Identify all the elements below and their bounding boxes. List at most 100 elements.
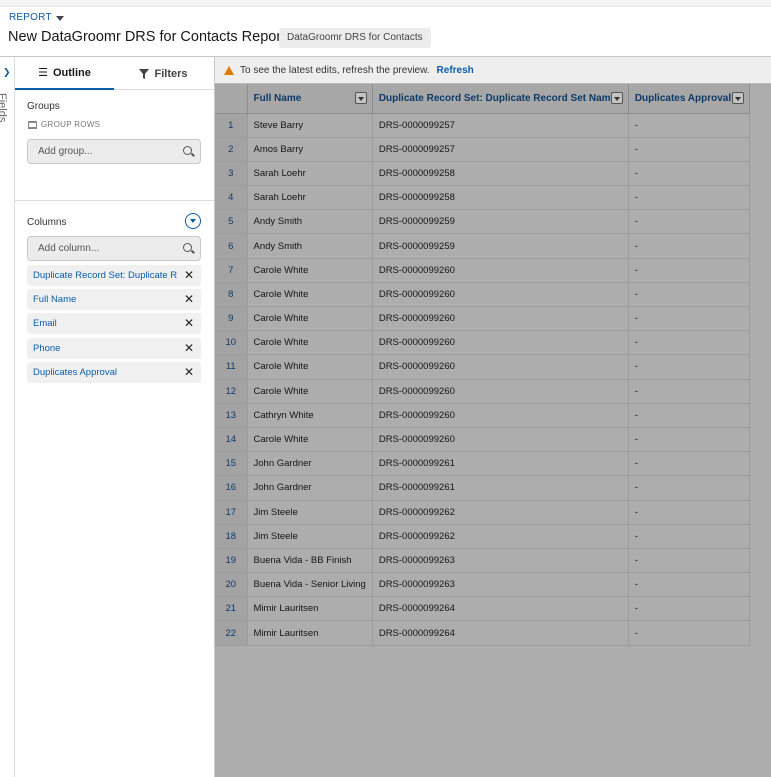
row-number-header [215,84,248,114]
table-row[interactable]: 22 Mimir Lauritsen DRS-0000099264- [215,620,750,646]
column-header-drs-name[interactable]: Duplicate Record Set: Duplicate Record S… [372,84,629,114]
cell-drs-name: DRS-0000099260 [372,330,629,356]
cell-full-name: Sarah Loehr [247,185,373,211]
cell-duplicates-approval: - [628,572,750,598]
column-header-label: Duplicate Record Set: Duplicate Record S… [378,92,617,104]
table-header-row: Full Name Duplicate Record Set: Duplicat… [215,84,750,114]
remove-column-icon[interactable]: ✕ [184,313,194,334]
cell-full-name: Amos Barry [247,137,373,162]
row-number: 2 [215,137,248,162]
cell-drs-name: DRS-0000099264 [372,596,629,622]
cell-duplicates-approval: - [628,113,750,138]
cell-duplicates-approval: - [628,475,750,501]
column-menu-icon[interactable] [354,92,367,104]
table-row[interactable]: 17 Jim Steele DRS-0000099262- [215,500,750,525]
table-row[interactable]: 8 Carole White DRS-0000099260- [215,282,750,308]
page-title-wrap: New DataGroomr DRS for Contacts Report [8,29,302,45]
column-pill-label: Full Name [33,294,77,305]
table-row[interactable]: 6 Andy Smith DRS-0000099259- [215,233,750,259]
breadcrumb-label: REPORT [9,12,52,23]
report-type-badge: DataGroomr DRS for Contacts [279,28,431,48]
expand-chevron-icon[interactable]: ❯ [3,67,11,78]
column-header-full-name[interactable]: Full Name [247,84,373,114]
row-number: 10 [215,330,248,356]
columns-menu-button[interactable] [185,213,201,229]
cell-duplicates-approval: - [628,161,750,187]
table-row[interactable]: 21 Mimir Lauritsen DRS-0000099264- [215,596,750,622]
outline-panel: ☰ Outline Filters Groups GROUP ROWS Add … [15,57,215,777]
remove-column-icon[interactable]: ✕ [184,265,194,286]
cell-drs-name: DRS-0000099257 [372,137,629,162]
add-group-input[interactable]: Add group... [27,139,201,164]
table-row[interactable]: 9 Carole White DRS-0000099260- [215,306,750,332]
row-number: 11 [215,354,248,380]
remove-column-icon[interactable]: ✕ [184,289,194,310]
row-number: 4 [215,185,248,211]
fields-rail[interactable]: ❯ Fields [0,57,15,777]
group-rows-icon [28,120,37,129]
table-row[interactable]: 19 Buena Vida - BB Finish DRS-0000099263- [215,548,750,574]
tab-outline[interactable]: ☰ Outline [15,57,114,90]
column-pill[interactable]: Full Name ✕ [27,289,201,310]
table-row[interactable]: 18 Jim Steele DRS-0000099262- [215,524,750,549]
column-header-label: Duplicates Approval [634,92,732,104]
report-table: Full Name Duplicate Record Set: Duplicat… [215,84,750,646]
tab-filters[interactable]: Filters [114,57,213,90]
column-pill[interactable]: Phone ✕ [27,338,201,359]
cell-drs-name: DRS-0000099260 [372,403,629,428]
cell-duplicates-approval: - [628,427,750,453]
chevron-down-icon [55,15,64,21]
refresh-link[interactable]: Refresh [437,65,474,76]
group-rows-toggle[interactable]: GROUP ROWS [28,120,100,129]
table-row[interactable]: 3 Sarah Loehr DRS-0000099258- [215,161,750,187]
row-number: 20 [215,572,248,598]
row-number: 8 [215,282,248,308]
column-pill[interactable]: Duplicate Record Set: Duplicate R ✕ [27,265,201,286]
report-breadcrumb[interactable]: REPORT [9,12,64,23]
cell-duplicates-approval: - [628,620,750,646]
row-number: 5 [215,209,248,235]
table-row[interactable]: 20 Buena Vida - Senior Living DRS-00000992… [215,572,750,598]
column-pill-label: Email [33,318,57,329]
table-row[interactable]: 2 Amos Barry DRS-0000099257- [215,137,750,162]
cell-duplicates-approval: - [628,330,750,356]
cell-duplicates-approval: - [628,306,750,332]
tab-outline-label: Outline [52,66,91,79]
row-number: 6 [215,233,248,259]
table-row[interactable]: 5 Andy Smith DRS-0000099259- [215,209,750,235]
cell-full-name: Carole White [247,427,373,453]
column-menu-icon[interactable] [610,92,623,104]
remove-column-icon[interactable]: ✕ [184,338,194,359]
cell-full-name: Jim Steele [247,524,373,549]
row-number: 15 [215,451,248,477]
table-row[interactable]: 16 John Gardner DRS-0000099261- [215,475,750,501]
table-row[interactable]: 7 Carole White DRS-0000099260- [215,258,750,283]
row-number: 12 [215,379,248,404]
cell-drs-name: DRS-0000099258 [372,161,629,187]
cell-full-name: Mimir Lauritsen [247,596,373,622]
cell-full-name: Andy Smith [247,233,373,259]
table-row[interactable]: 15 John Gardner DRS-0000099261- [215,451,750,477]
table-row[interactable]: 11 Carole White DRS-0000099260- [215,354,750,380]
cell-drs-name: DRS-0000099259 [372,209,629,235]
table-row[interactable]: 13 Cathryn White DRS-0000099260- [215,403,750,428]
cell-full-name: Steve Barry [247,113,373,138]
groups-heading: Groups [27,101,60,112]
table-row[interactable]: 1 Steve Barry DRS-0000099257- [215,113,750,138]
column-pill[interactable]: Duplicates Approval ✕ [27,362,201,383]
group-rows-label: GROUP ROWS [41,120,101,129]
add-column-input[interactable]: Add column... [27,236,201,261]
column-header-duplicates-approval[interactable]: Duplicates Approval [628,84,750,114]
column-pill[interactable]: Email ✕ [27,313,201,334]
column-pill-label: Phone [33,343,61,354]
cell-drs-name: DRS-0000099260 [372,282,629,308]
row-number: 22 [215,620,248,646]
table-row[interactable]: 4 Sarah Loehr DRS-0000099258- [215,185,750,211]
table-row[interactable]: 14 Carole White DRS-0000099260- [215,427,750,453]
remove-column-icon[interactable]: ✕ [184,362,194,383]
table-row[interactable]: 10 Carole White DRS-0000099260- [215,330,750,356]
column-menu-icon[interactable] [731,92,744,104]
row-number: 9 [215,306,248,332]
cell-duplicates-approval: - [628,209,750,235]
table-row[interactable]: 12 Carole White DRS-0000099260- [215,379,750,404]
